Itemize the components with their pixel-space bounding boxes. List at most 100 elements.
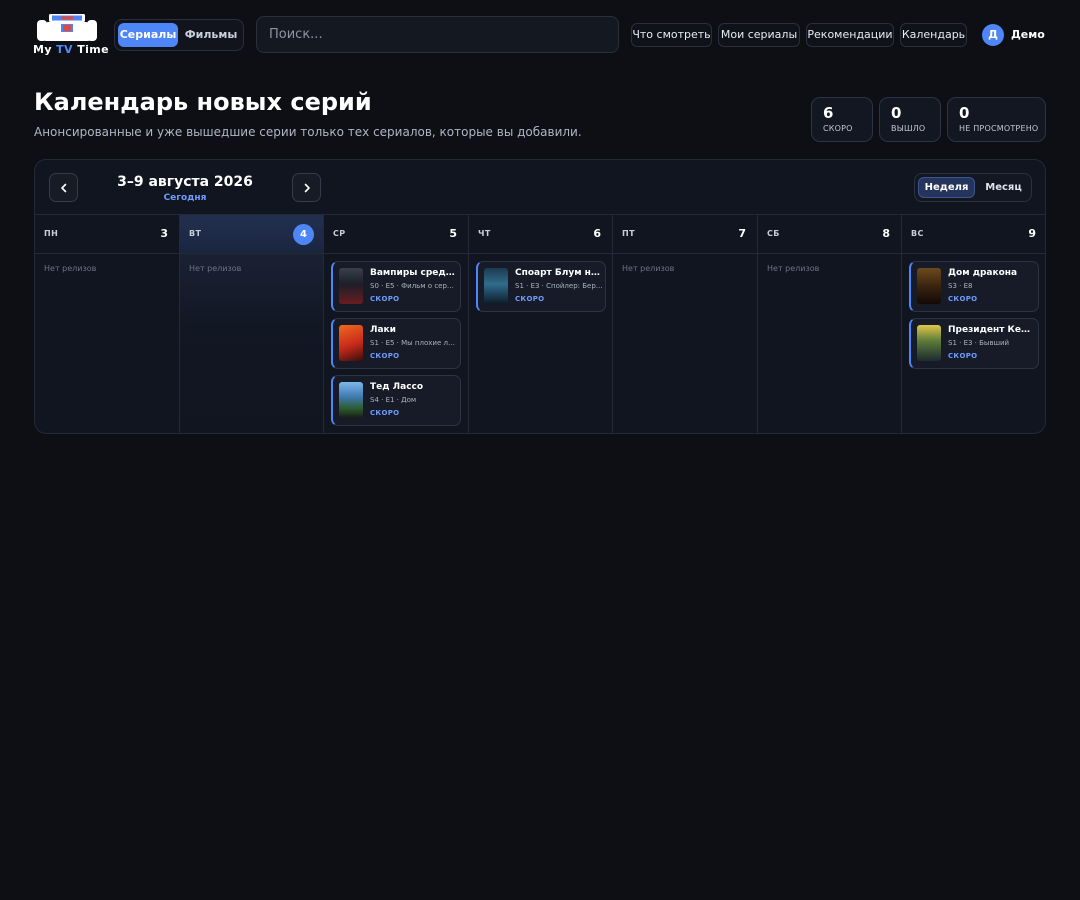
nav-recommendations[interactable]: Рекомендации bbox=[806, 23, 894, 47]
day-body: Нет релизов bbox=[613, 254, 757, 433]
view-toggle: Неделя Месяц bbox=[914, 173, 1032, 202]
day-number: 9 bbox=[1028, 227, 1036, 240]
day-column-thu: ЧТ 6 Споарт Блум не Рыбак S1 · E3 · Спой… bbox=[469, 215, 613, 433]
content-type-toggle: Сериалы Фильмы bbox=[114, 19, 244, 51]
view-month-button[interactable]: Месяц bbox=[978, 177, 1029, 198]
episode-info: S1 · E5 · Мы плохие люди bbox=[370, 339, 458, 347]
page-subtitle: Анонсированные и уже вышедшие серии толь… bbox=[34, 125, 582, 139]
series-tab[interactable]: Сериалы bbox=[118, 23, 178, 47]
chevron-right-icon bbox=[304, 183, 310, 193]
episode-status-badge: СКОРО bbox=[370, 352, 400, 360]
episode-info: S3 · E8 bbox=[948, 282, 973, 290]
episode-show-title: Президент Кертис bbox=[948, 325, 1036, 335]
day-number: 5 bbox=[449, 227, 457, 240]
chevron-left-icon bbox=[60, 183, 66, 193]
day-number: 7 bbox=[738, 227, 746, 240]
episode-info: S1 · E3 · Бывший bbox=[948, 339, 1010, 347]
stat-upcoming-value: 6 bbox=[823, 104, 834, 122]
day-body: Дом дракона S3 · E8 СКОРО Президент Керт… bbox=[902, 254, 1045, 433]
episode-info: S1 · E3 · Спойлер: Берт умрёт bbox=[515, 282, 603, 290]
day-body: Споарт Блум не Рыбак S1 · E3 · Спойлер: … bbox=[469, 254, 612, 433]
episode-info: S4 · E1 · Дом bbox=[370, 396, 417, 404]
show-poster bbox=[339, 325, 363, 361]
episode-card[interactable]: Споарт Блум не Рыбак S1 · E3 · Спойлер: … bbox=[476, 261, 606, 312]
next-week-button[interactable] bbox=[292, 173, 321, 202]
day-header: ПН 3 bbox=[35, 215, 179, 254]
episode-show-title: Дом дракона bbox=[948, 268, 1018, 278]
episode-show-title: Споарт Блум не Рыбак bbox=[515, 268, 603, 278]
day-body: Вампиры средней полосы S0 · E5 · Фильм о… bbox=[324, 254, 468, 433]
day-of-week: ПТ bbox=[622, 229, 635, 238]
today-link[interactable]: Сегодня bbox=[95, 193, 275, 203]
prev-week-button[interactable] bbox=[49, 173, 78, 202]
day-body: Нет релизов bbox=[35, 254, 179, 433]
release-calendar: 3–9 августа 2026 Сегодня Неделя Месяц ПН… bbox=[34, 159, 1046, 434]
view-week-button[interactable]: Неделя bbox=[918, 177, 975, 198]
day-number: 8 bbox=[882, 227, 890, 240]
nav-what-to-watch[interactable]: Что смотреть bbox=[631, 23, 712, 47]
episode-show-title: Вампиры средней полосы bbox=[370, 268, 458, 278]
day-header: ПТ 7 bbox=[613, 215, 757, 254]
show-poster bbox=[917, 325, 941, 361]
episode-card[interactable]: Тед Лассо S4 · E1 · Дом СКОРО bbox=[331, 375, 461, 426]
day-column-fri: ПТ 7 Нет релизов bbox=[613, 215, 758, 433]
logo[interactable]: My TV Time bbox=[33, 12, 110, 58]
today-day-number: 4 bbox=[293, 224, 314, 245]
show-poster bbox=[484, 268, 508, 304]
day-of-week: СБ bbox=[767, 229, 780, 238]
show-poster bbox=[917, 268, 941, 304]
episode-info: S0 · E5 · Фильм о сериале bbox=[370, 282, 458, 290]
week-range-title: 3–9 августа 2026 bbox=[117, 174, 253, 190]
search-input[interactable] bbox=[256, 16, 619, 53]
day-header: ЧТ 6 bbox=[469, 215, 612, 254]
avatar[interactable]: Д bbox=[982, 24, 1004, 46]
day-of-week: ЧТ bbox=[478, 229, 491, 238]
show-poster bbox=[339, 268, 363, 304]
nav-my-series[interactable]: Мои сериалы bbox=[718, 23, 800, 47]
page-title: Календарь новых серий bbox=[34, 88, 372, 116]
user-name[interactable]: Демо bbox=[1011, 28, 1045, 41]
day-body: Нет релизов bbox=[758, 254, 901, 433]
day-column-sun: ВС 9 Дом дракона S3 · E8 СКОРО Президент… bbox=[902, 215, 1045, 433]
day-body: Нет релизов bbox=[180, 254, 323, 433]
episode-card[interactable]: Дом дракона S3 · E8 СКОРО bbox=[909, 261, 1039, 312]
stat-released: 0 ВЫШЛО bbox=[879, 97, 941, 142]
movies-tab[interactable]: Фильмы bbox=[181, 23, 241, 47]
episode-show-title: Лаки bbox=[370, 325, 396, 335]
stat-upcoming: 6 СКОРО bbox=[811, 97, 873, 142]
stat-unwatched-label: НЕ ПРОСМОТРЕНО bbox=[959, 124, 1039, 133]
calendar-toolbar: 3–9 августа 2026 Сегодня Неделя Месяц bbox=[35, 160, 1045, 215]
day-of-week: ПН bbox=[44, 229, 59, 238]
nav-calendar[interactable]: Календарь bbox=[900, 23, 967, 47]
sofa-tv-logo-icon bbox=[37, 14, 97, 41]
day-header: ВТ 4 bbox=[180, 215, 323, 254]
stat-released-value: 0 bbox=[891, 104, 902, 122]
episode-status-badge: СКОРО bbox=[370, 409, 400, 417]
day-number: 6 bbox=[593, 227, 601, 240]
episode-card[interactable]: Президент Кертис S1 · E3 · Бывший СКОРО bbox=[909, 318, 1039, 369]
stat-unwatched-value: 0 bbox=[959, 104, 970, 122]
episode-status-badge: СКОРО bbox=[370, 295, 400, 303]
episode-status-badge: СКОРО bbox=[948, 295, 978, 303]
day-of-week: СР bbox=[333, 229, 346, 238]
day-column-mon: ПН 3 Нет релизов bbox=[35, 215, 180, 433]
episode-show-title: Тед Лассо bbox=[370, 382, 424, 392]
episode-card[interactable]: Лаки S1 · E5 · Мы плохие люди СКОРО bbox=[331, 318, 461, 369]
show-poster bbox=[339, 382, 363, 418]
day-column-sat: СБ 8 Нет релизов bbox=[758, 215, 902, 433]
day-header: СР 5 bbox=[324, 215, 468, 254]
no-releases-label: Нет релизов bbox=[622, 264, 675, 273]
episode-card[interactable]: Вампиры средней полосы S0 · E5 · Фильм о… bbox=[331, 261, 461, 312]
day-column-wed: СР 5 Вампиры средней полосы S0 · E5 · Фи… bbox=[324, 215, 469, 433]
stat-released-label: ВЫШЛО bbox=[891, 124, 926, 133]
logo-wordmark: My TV Time bbox=[33, 43, 110, 56]
no-releases-label: Нет релизов bbox=[189, 264, 242, 273]
day-column-tue: ВТ 4 Нет релизов bbox=[180, 215, 324, 433]
day-header: ВС 9 bbox=[902, 215, 1045, 254]
no-releases-label: Нет релизов bbox=[44, 264, 97, 273]
stat-upcoming-label: СКОРО bbox=[823, 124, 853, 133]
day-of-week: ВТ bbox=[189, 229, 202, 238]
episode-status-badge: СКОРО bbox=[515, 295, 545, 303]
day-number: 3 bbox=[160, 227, 168, 240]
top-bar: My TV Time Сериалы Фильмы Что смотреть М… bbox=[0, 0, 1080, 70]
